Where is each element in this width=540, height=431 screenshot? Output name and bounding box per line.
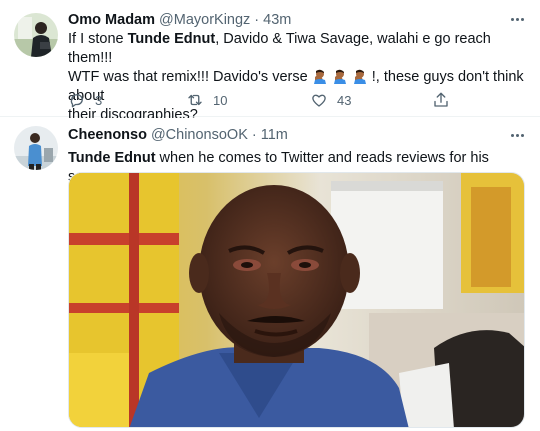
- share-button[interactable]: [432, 91, 450, 109]
- photo-of-man-crying-icon: [69, 173, 524, 427]
- tweet-media-image[interactable]: [68, 172, 525, 428]
- user-handle[interactable]: @ChinonsoOK: [151, 127, 248, 143]
- separator-dot: ·: [254, 12, 260, 28]
- timestamp[interactable]: 11m: [261, 127, 288, 143]
- man-facepalming-emoji-icon: [353, 69, 366, 84]
- mention-text: Tunde Ednut: [68, 150, 156, 166]
- more-options-icon[interactable]: [508, 126, 526, 144]
- retweet-icon: [188, 94, 202, 106]
- heart-icon: [312, 94, 326, 107]
- mention-text: Tunde Ednut: [127, 31, 216, 47]
- reply-count: 3: [95, 92, 103, 108]
- avatar-image: [14, 13, 58, 57]
- user-handle[interactable]: @MayorKingz: [159, 12, 250, 28]
- tweet-header: Cheenonso @ChinonsoOK · 11m: [68, 127, 288, 145]
- tweet-actions: 3 10 43: [68, 91, 528, 111]
- share-icon: [434, 92, 448, 107]
- more-options-icon[interactable]: [508, 10, 526, 28]
- tweet-text-segment: WTF was that remix!!! Davido's verse: [68, 69, 308, 85]
- tweet[interactable]: Cheenonso @ChinonsoOK · 11m Tunde Ednut …: [0, 118, 540, 431]
- retweet-count: 10: [213, 92, 228, 108]
- man-facepalming-emoji-icon: [333, 69, 346, 84]
- retweet-button[interactable]: 10: [186, 91, 227, 109]
- like-count: 43: [337, 92, 352, 108]
- reply-button[interactable]: 3: [68, 91, 102, 109]
- separator-dot: ·: [251, 127, 257, 143]
- display-name[interactable]: Omo Madam: [68, 12, 155, 28]
- avatar[interactable]: [14, 126, 58, 170]
- tweet-header: Omo Madam @MayorKingz · 43m: [68, 12, 291, 30]
- man-facepalming-emoji-icon: [313, 69, 326, 84]
- display-name[interactable]: Cheenonso: [68, 127, 147, 143]
- like-button[interactable]: 43: [310, 91, 351, 109]
- reply-icon: [70, 94, 83, 108]
- tweet[interactable]: Omo Madam @MayorKingz · 43m If I stone T…: [0, 0, 540, 123]
- avatar-image: [14, 126, 58, 170]
- tweet-text-segment: If I stone: [68, 31, 128, 47]
- avatar[interactable]: [14, 13, 58, 57]
- timestamp[interactable]: 43m: [263, 12, 291, 28]
